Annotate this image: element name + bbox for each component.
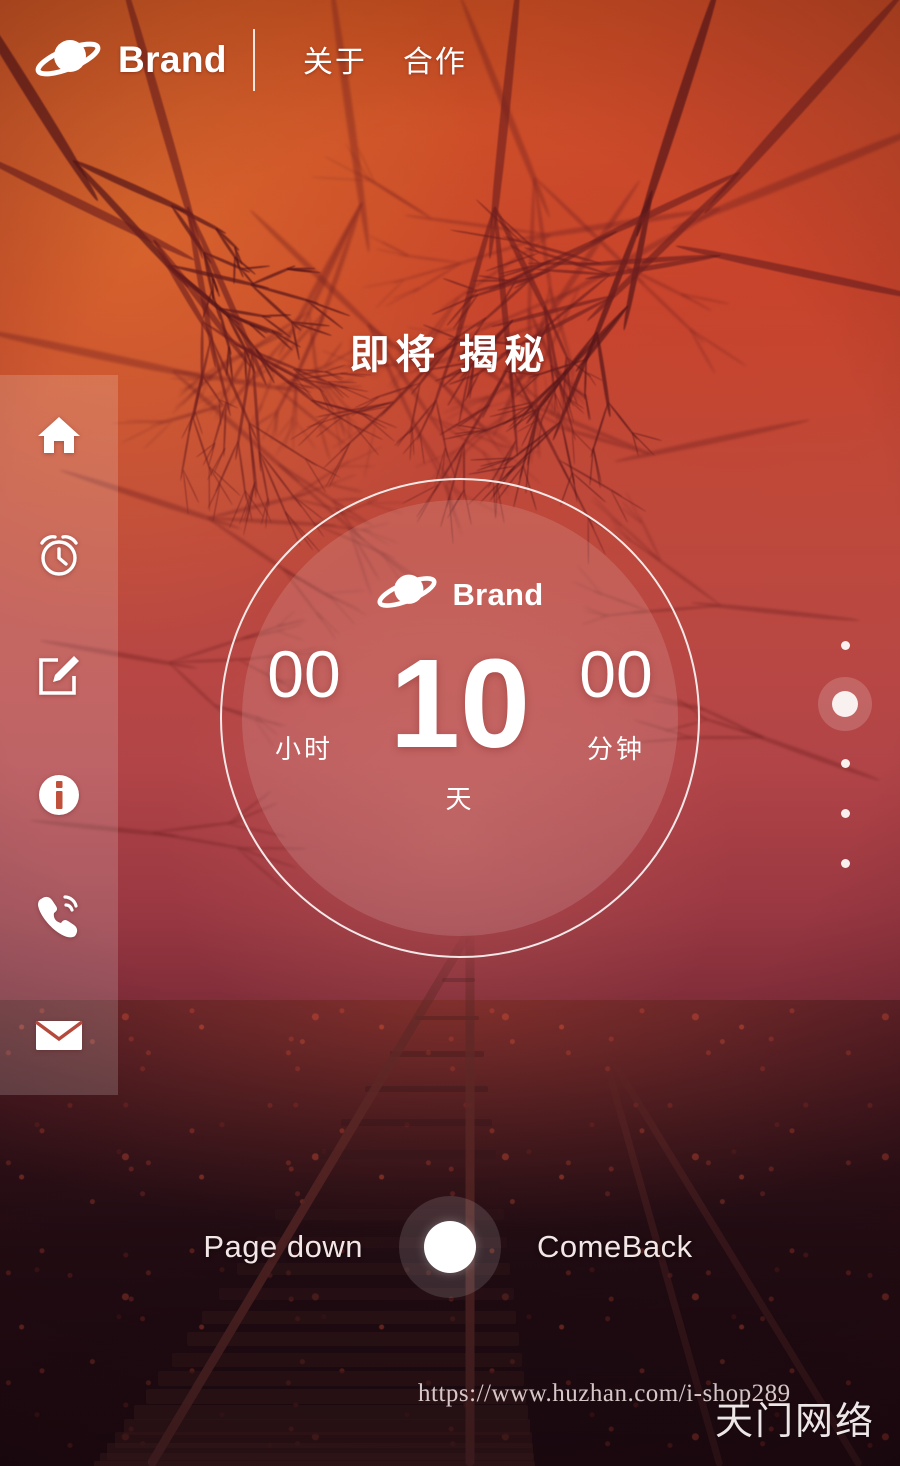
scroll-toggle-button[interactable] (399, 1196, 501, 1298)
home-icon (36, 414, 82, 456)
header-divider (252, 29, 255, 91)
dot-nav-item-4[interactable] (822, 788, 868, 838)
sidebar-item-alarm[interactable] (0, 495, 118, 615)
scroll-toggle-core (424, 1221, 476, 1273)
countdown-days-label: 天 (445, 784, 475, 814)
nav-item-cooperation[interactable]: 合作 (385, 31, 485, 87)
countdown-hours-value: 00 (267, 637, 341, 711)
page-down-button[interactable]: Page down (131, 1229, 399, 1265)
watermark-brand: 天门网络 (715, 1401, 876, 1443)
alarm-clock-icon (35, 531, 83, 579)
countdown-minutes-label: 分钟 (586, 734, 645, 764)
dot-icon (832, 691, 858, 717)
dot-nav-item-3[interactable] (822, 738, 868, 788)
info-circle-icon (36, 772, 82, 818)
envelope-icon (34, 1016, 84, 1054)
page-title: 即将 揭秘 (349, 333, 551, 377)
brand-logo[interactable]: Brand (34, 35, 227, 83)
countdown-brand: Brand (376, 570, 543, 619)
countdown-minutes: 00 分钟 (550, 641, 682, 766)
brand-name: Brand (118, 38, 227, 80)
countdown-hours-label: 小时 (274, 734, 333, 764)
watermark: https://www.huzhan.com/i-shop289 天门网络 (0, 1366, 900, 1466)
page-stage: Brand 关于 合作 即将 揭秘 Brand 00 小时 10 天 00 分钟… (0, 0, 900, 1466)
phone-ring-icon (34, 891, 84, 939)
left-sidebar (0, 375, 118, 1095)
dot-nav-item-5[interactable] (822, 838, 868, 888)
site-header: Brand 关于 合作 (0, 0, 900, 118)
bottom-action-bar: Page down ComeBack (0, 1192, 900, 1302)
dot-icon (840, 640, 850, 650)
dot-nav-item-1[interactable] (822, 620, 868, 670)
comeback-button[interactable]: ComeBack (501, 1229, 769, 1265)
dot-icon (840, 858, 850, 868)
saturn-planet-icon (34, 35, 102, 83)
countdown-days: 10 天 (370, 641, 550, 816)
dot-icon (840, 808, 850, 818)
sidebar-item-home[interactable] (0, 375, 118, 495)
dot-nav-item-2[interactable] (822, 670, 868, 738)
saturn-planet-icon (376, 570, 438, 619)
edit-square-icon (36, 652, 82, 698)
section-dot-navigation (822, 620, 868, 888)
sidebar-item-info[interactable] (0, 735, 118, 855)
countdown-days-value: 10 (389, 633, 531, 774)
sidebar-item-edit[interactable] (0, 615, 118, 735)
countdown-minutes-value: 00 (579, 637, 653, 711)
dot-icon (840, 758, 850, 768)
nav-item-about[interactable]: 关于 (285, 31, 385, 87)
countdown-hours: 00 小时 (238, 641, 370, 766)
countdown-widget: Brand 00 小时 10 天 00 分钟 (220, 478, 700, 958)
countdown-units: 00 小时 10 天 00 分钟 (220, 641, 700, 816)
countdown-brand-name: Brand (452, 576, 544, 612)
sidebar-item-mail[interactable] (0, 975, 118, 1095)
sidebar-item-phone[interactable] (0, 855, 118, 975)
